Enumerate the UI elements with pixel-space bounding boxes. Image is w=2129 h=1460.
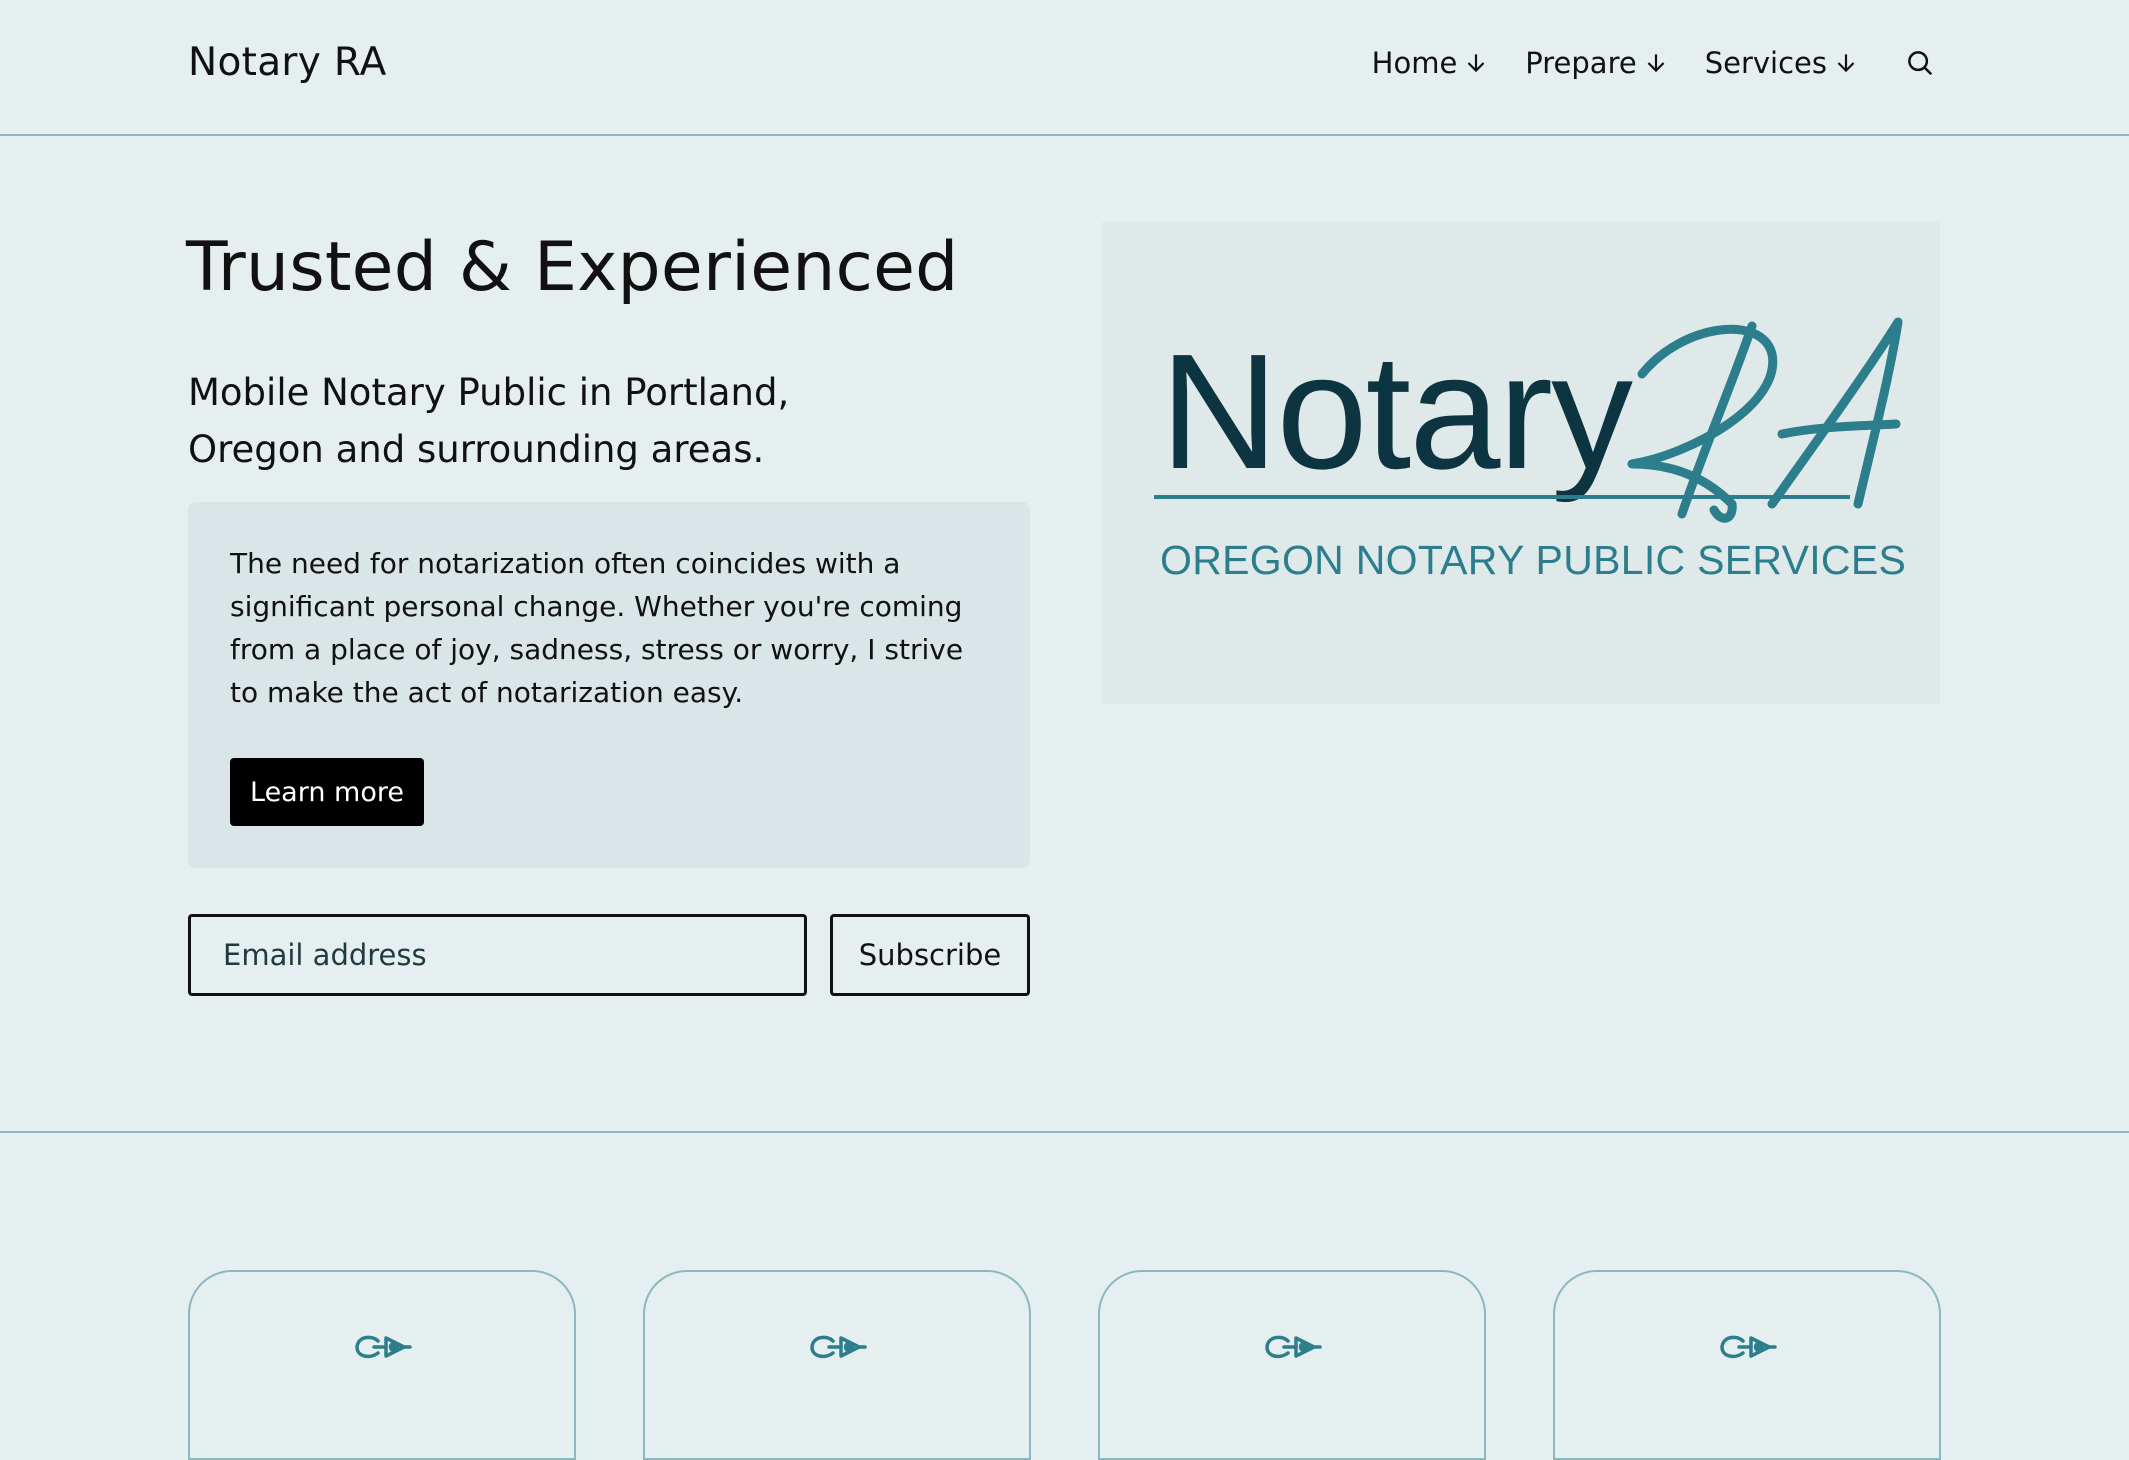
- service-card[interactable]: [1553, 1270, 1941, 1460]
- hero-subheading: Mobile Notary Public in Portland, Oregon…: [188, 371, 790, 471]
- nav-item-prepare[interactable]: Prepare: [1525, 46, 1668, 80]
- logo-tagline: OREGON NOTARY PUBLIC SERVICES: [1160, 537, 1907, 583]
- nav-item-home[interactable]: Home: [1372, 46, 1490, 80]
- intro-card: The need for notarization often coincide…: [188, 502, 1030, 868]
- learn-more-button[interactable]: Learn more: [230, 758, 424, 826]
- nav-item-label: Services: [1704, 46, 1827, 80]
- pen-nib-icon: [810, 1335, 867, 1359]
- logo-script-ra: [1627, 317, 1903, 523]
- arrow-down-icon: [1837, 54, 1855, 73]
- pen-nib-icon: [355, 1335, 412, 1359]
- email-field[interactable]: [188, 914, 807, 996]
- site-header: Notary RA Home Prepare Services: [0, 0, 2129, 136]
- service-card[interactable]: [1098, 1270, 1486, 1460]
- hero-heading: Trusted & Experienced: [186, 228, 959, 307]
- subscribe-button[interactable]: Subscribe: [830, 914, 1030, 996]
- service-card[interactable]: [643, 1270, 1031, 1460]
- service-card[interactable]: [188, 1270, 576, 1460]
- nav-item-label: Home: [1371, 46, 1458, 80]
- nav-item-services[interactable]: Services: [1705, 46, 1859, 80]
- logo-underline: [1154, 495, 1850, 499]
- intro-text: The need for notarization often coincide…: [230, 547, 964, 709]
- pen-nib-icon: [1720, 1335, 1777, 1359]
- section-divider: [0, 1131, 2129, 1133]
- logo-wordmark: Notary: [1160, 320, 1633, 503]
- site-title[interactable]: Notary RA: [188, 40, 387, 85]
- main-nav: Home Prepare Services: [1372, 46, 1935, 80]
- nav-item-label: Prepare: [1525, 46, 1637, 80]
- notary-ra-logo: Notary OREGON NOTARY PUBLIC SERVICES: [1102, 222, 1940, 704]
- search-icon: [1908, 51, 1933, 76]
- arrow-down-icon: [1647, 54, 1665, 73]
- pen-nib-icon: [1265, 1335, 1322, 1359]
- search-button[interactable]: [1905, 48, 1935, 78]
- arrow-down-icon: [1467, 54, 1485, 73]
